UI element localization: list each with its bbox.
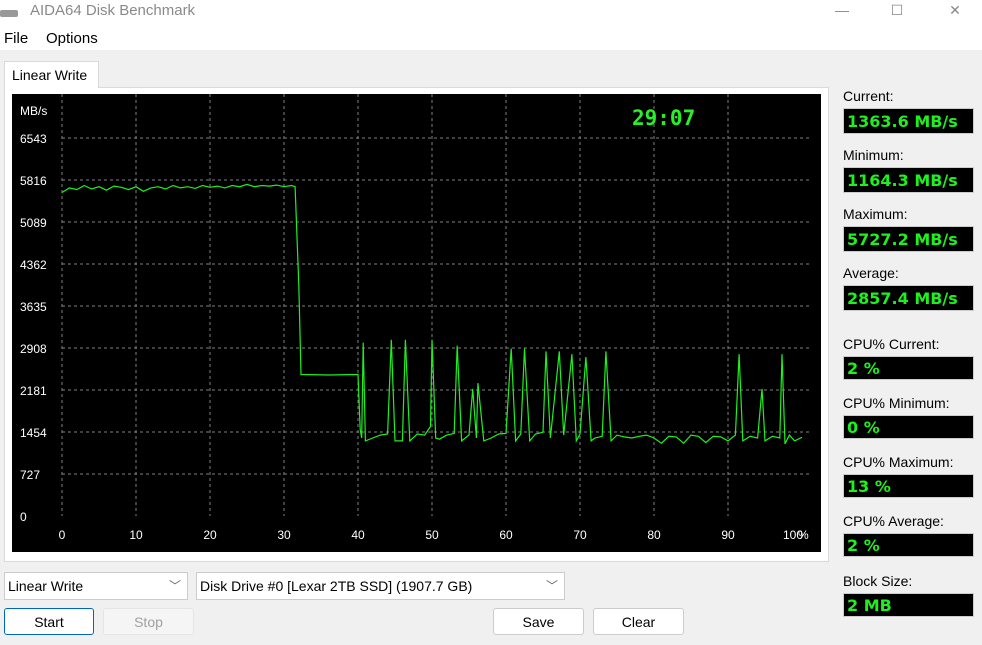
x-tick-label: 60: [499, 528, 513, 542]
test-type-value: Linear Write: [8, 578, 84, 594]
menu-options[interactable]: Options: [46, 30, 98, 47]
stat-label: Maximum:: [843, 206, 908, 222]
stat-value: 2857.4 MB/s: [843, 285, 974, 311]
stat-label: Current:: [843, 88, 894, 104]
stat-label: Minimum:: [843, 147, 904, 163]
stat-label: CPU% Current:: [843, 336, 940, 352]
stat-value: 2 %: [843, 356, 974, 380]
chevron-down-icon: ﹀: [168, 579, 181, 593]
y-tick-label: 3635: [20, 300, 47, 314]
benchmark-chart: 0 727 1454 2181 2908 3635 4362 5089 5816 6543 MB/s…: [12, 94, 821, 552]
start-button[interactable]: Start: [4, 608, 94, 635]
x-tick-label: 50: [425, 528, 439, 542]
title-bar: AIDA64 Disk Benchmark — ☐ ✕: [0, 0, 982, 26]
save-button[interactable]: Save: [493, 608, 584, 635]
x-tick-label: 70: [573, 528, 587, 542]
x-tick-label: 40: [351, 528, 365, 542]
y-tick-label: 2908: [20, 342, 47, 356]
x-tick-label: 30: [277, 528, 291, 542]
tab-linear-write[interactable]: Linear Write: [4, 61, 99, 88]
stat-value: 5727.2 MB/s: [843, 226, 974, 252]
chevron-down-icon: ﹀: [545, 579, 558, 593]
x-axis-label: %: [798, 528, 809, 542]
y-axis-label: MB/s: [20, 104, 47, 118]
x-tick-label: 80: [647, 528, 661, 542]
stat-value: 2 %: [843, 533, 974, 557]
y-tick-label: 6543: [20, 132, 47, 146]
y-tick-label: 727: [20, 468, 40, 482]
y-tick-label: 5089: [20, 216, 47, 230]
window-title: AIDA64 Disk Benchmark: [30, 2, 196, 19]
stat-value: 13 %: [843, 474, 974, 498]
drive-value: Disk Drive #0 [Lexar 2TB SSD] (1907.7 GB…: [200, 578, 473, 594]
maximize-button[interactable]: ☐: [877, 2, 917, 19]
elapsed-timer: 29:07: [632, 106, 696, 130]
stat-value: 0 %: [843, 415, 974, 439]
stat-value: 2 MB: [843, 593, 974, 617]
stat-value: 1164.3 MB/s: [843, 167, 974, 193]
y-tick-label: 1454: [20, 426, 47, 440]
menu-file[interactable]: File: [4, 30, 28, 47]
y-tick-label: 0: [20, 510, 27, 524]
x-tick-label: 90: [721, 528, 735, 542]
disk-app-icon: [0, 10, 18, 17]
x-tick-label: 20: [203, 528, 217, 542]
test-type-select[interactable]: Linear Write ﹀: [4, 572, 188, 600]
y-tick-label: 2181: [20, 384, 47, 398]
stat-label: Block Size:: [843, 573, 913, 589]
write-speed-line: [61, 183, 803, 445]
y-tick-label: 4362: [20, 258, 47, 272]
clear-button[interactable]: Clear: [593, 608, 684, 635]
stat-label: CPU% Minimum:: [843, 395, 950, 411]
x-tick-label: 10: [129, 528, 143, 542]
menu-bar: File Options: [0, 26, 982, 50]
stat-label: CPU% Average:: [843, 513, 944, 529]
drive-select[interactable]: Disk Drive #0 [Lexar 2TB SSD] (1907.7 GB…: [196, 572, 565, 600]
close-button[interactable]: ✕: [935, 2, 975, 19]
stop-button[interactable]: Stop: [103, 608, 194, 635]
stat-value: 1363.6 MB/s: [843, 108, 974, 134]
minimize-button[interactable]: —: [822, 2, 862, 18]
y-tick-label: 5816: [20, 174, 47, 188]
stat-label: CPU% Maximum:: [843, 454, 954, 470]
x-tick-label: 0: [59, 528, 66, 542]
stat-label: Average:: [843, 265, 899, 281]
